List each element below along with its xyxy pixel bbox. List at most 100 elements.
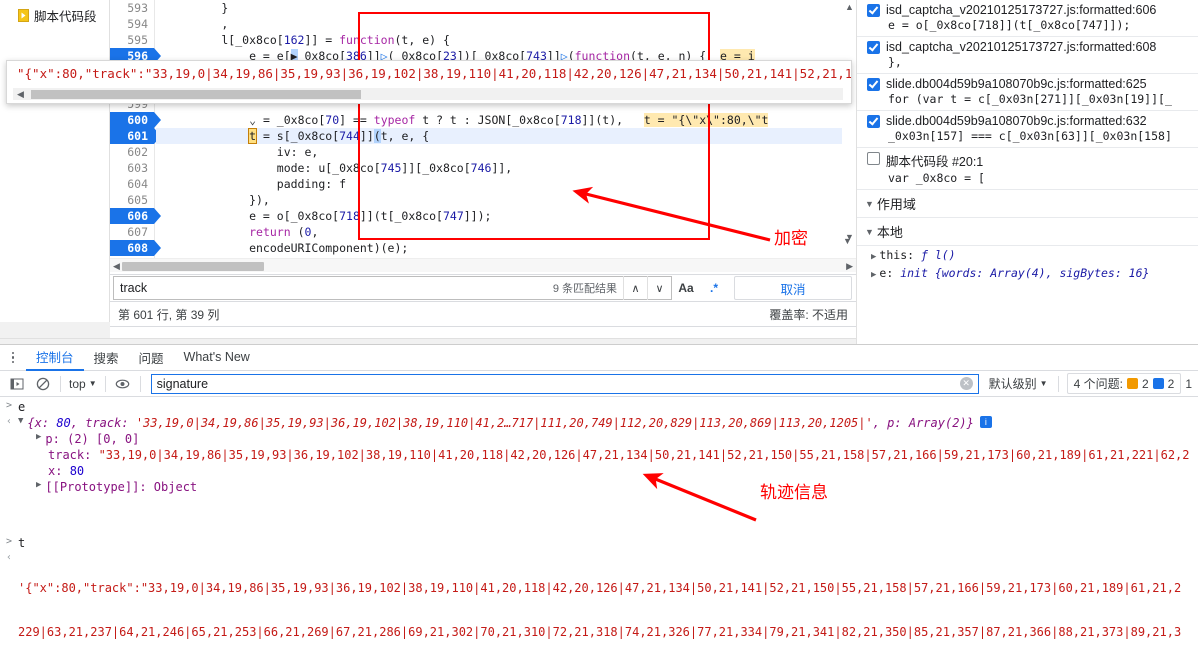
find-input-wrapper[interactable]: 9 条匹配结果 ∧ ∨ [113,276,672,300]
editor-hscrollbar[interactable]: ◀ ▶ [110,258,856,272]
overflow-count[interactable]: 1 [1185,377,1198,391]
match-case-button[interactable]: Aa [672,275,700,301]
eye-icon[interactable] [110,372,136,396]
encrypt-arrow [572,186,771,242]
line-number[interactable]: 603 [110,160,154,176]
console-prop-track[interactable]: track: "33,19,0|34,19,86|35,19,93|36,19,… [0,447,1198,463]
log-level-label: 默认级别 [988,377,1037,391]
scope-label: 作用域 [876,197,916,212]
breakpoint-checkbox[interactable] [867,4,880,17]
encrypt-annotation: 加密 [774,229,808,248]
breakpoint-snippet: _0x03n[157] === c[_0x03n[63]][_0x03n[158… [888,129,1172,143]
tab-search[interactable]: 搜索 [84,345,129,371]
divider [104,375,106,392]
regex-button[interactable]: .* [700,275,728,301]
code-line[interactable]: mode: u[_0x8co[745]][_0x8co[746]], [156,160,856,176]
execute-step-icon[interactable] [4,372,30,396]
value-tooltip-popup: "{"x":80,"track":"33,19,0|34,19,86|35,19… [6,60,852,104]
sidebar-item-script-snippets[interactable]: 脚本代码段 [0,0,109,31]
line-number[interactable]: 605 [110,192,154,208]
line-number-breakpoint[interactable]: 608 [110,240,161,256]
result-p-key: , p: [872,416,909,430]
expand-triangle-icon[interactable]: ▼ [18,416,23,426]
breakpoint-item[interactable]: isd_captcha_v20210125173727.js:formatted… [857,0,1198,37]
scroll-thumb[interactable] [31,90,361,99]
breakpoint-checkbox[interactable] [867,115,880,128]
clear-console-icon[interactable] [30,372,56,396]
breakpoint-snippet: var _0x8co = [ [888,171,985,185]
line-number-breakpoint[interactable]: 600 [110,112,161,128]
tab-whats-new[interactable]: What's New [174,345,260,371]
return-chevron-icon: ‹ [5,552,13,563]
scroll-up-icon[interactable]: ▲ [845,2,854,12]
tab-console[interactable]: 控制台 [26,345,84,371]
tooltip-hscrollbar[interactable]: ◀ [13,88,843,100]
breakpoint-title: isd_captcha_v20210125173727.js:formatted… [886,40,1157,54]
chevron-right-icon[interactable]: ▶ [871,270,876,280]
console-prop-prototype[interactable]: ▶ [[Prototype]]: Object [0,479,1198,495]
line-number-breakpoint-current[interactable]: 601 [110,128,161,144]
sidebar-item-label: 脚本代码段 [34,10,97,24]
info-icon [1152,378,1164,389]
line-number-gutter[interactable]: 593 594 595 596 597 598 599 600 601 602 … [110,0,161,272]
code-line[interactable]: l[_0x8co[162]] = function(t, e) { [156,32,856,48]
scope-section-header[interactable]: ▼ 作用域 [857,190,1198,218]
console-result-row[interactable]: ‹ ▼ {x: 80, track: '33,19,0|34,19,86|35,1… [0,415,1198,431]
scope-variable-this[interactable]: ▶ this: ƒ l() [857,246,1198,264]
scroll-left-icon[interactable]: ◀ [113,261,120,272]
console-prop-x[interactable]: x: 80 [0,463,1198,479]
console-prop-p[interactable]: ▶ p: (2) [0, 0] [0,431,1198,447]
breakpoint-item[interactable]: slide.db004d59b9a108070b9c.js:formatted:… [857,74,1198,111]
redbox-line: '{"x":80,"track":"33,19,0|34,19,86|35,19… [18,581,1182,595]
line-number[interactable]: 595 [110,32,154,48]
breakpoint-checkbox[interactable] [867,78,880,91]
code-line[interactable]: , [156,16,856,32]
sources-panel: 脚本代码段 ◀ ▶ 593 594 595 596 597 598 599 60… [0,0,1198,344]
console-filter-input[interactable] [151,374,960,393]
find-prev-button[interactable]: ∧ [623,276,647,300]
breakpoint-item[interactable]: isd_captcha_v20210125173727.js:formatted… [857,37,1198,74]
breakpoint-checkbox[interactable] [867,41,880,54]
editor-vscrollbar[interactable]: ▲ ▼ [842,0,856,258]
breakpoint-item[interactable]: 脚本代码段 #20:1 var _0x8co = [ [857,148,1198,190]
expand-triangle-icon[interactable]: ▶ [36,432,41,442]
breakpoint-snippet: }, [888,55,902,69]
line-number[interactable]: 604 [110,176,154,192]
code-line-current[interactable]: t = s[_0x8co[744]](t, e, { [156,128,856,144]
find-input[interactable] [114,277,553,299]
warning-count: 2 [1141,376,1149,391]
cancel-button[interactable]: 取消 [734,276,852,300]
breakpoint-checkbox[interactable] [867,152,880,165]
context-selector[interactable]: top ▼ [65,377,101,391]
code-line[interactable]: ⌄ = _0x8co[70] == typeof t ? t : JSON[_0… [156,112,856,128]
result-track-preview: '33,19,0|34,19,86|35,19,93|36,19,102|38,… [135,416,873,430]
console-filter-wrapper[interactable]: ✕ [150,373,979,394]
scroll-left-icon[interactable]: ◀ [17,89,24,100]
navigator-bottom-scroll[interactable] [0,322,110,338]
tab-issues[interactable]: 问题 [129,345,174,371]
issues-badge[interactable]: 4 个问题: 2 2 [1066,373,1182,394]
line-number[interactable]: 602 [110,144,154,160]
warning-icon [1126,378,1138,389]
more-options-icon[interactable] [6,351,20,364]
code-line[interactable]: iv: e, [156,144,856,160]
info-icon[interactable]: i [979,416,992,428]
scroll-right-icon[interactable]: ▶ [846,261,853,272]
breakpoint-item[interactable]: slide.db004d59b9a108070b9c.js:formatted:… [857,111,1198,148]
line-number-breakpoint[interactable]: 606 [110,208,161,224]
code-line[interactable]: } [156,0,856,16]
sidebar-scroll-down-icon[interactable]: ▼ [843,233,855,247]
clear-input-icon[interactable]: ✕ [959,377,973,390]
log-level-selector[interactable]: 默认级别 ▼ [983,375,1054,392]
cursor-position: 第 601 行, 第 39 列 [118,308,220,322]
line-number[interactable]: 607 [110,224,154,240]
expand-triangle-icon[interactable]: ▶ [36,480,41,490]
return-chevron-icon: ‹ [5,416,13,427]
chevron-right-icon[interactable]: ▶ [871,252,876,262]
local-scope-header[interactable]: ▼ 本地 [857,218,1198,246]
line-number[interactable]: 593 [110,0,154,16]
line-number[interactable]: 594 [110,16,154,32]
find-next-button[interactable]: ∨ [647,276,671,300]
scroll-thumb[interactable] [122,262,264,271]
scope-variable-e[interactable]: ▶ e: init {words: Array(4), sigBytes: 16} [857,264,1198,282]
